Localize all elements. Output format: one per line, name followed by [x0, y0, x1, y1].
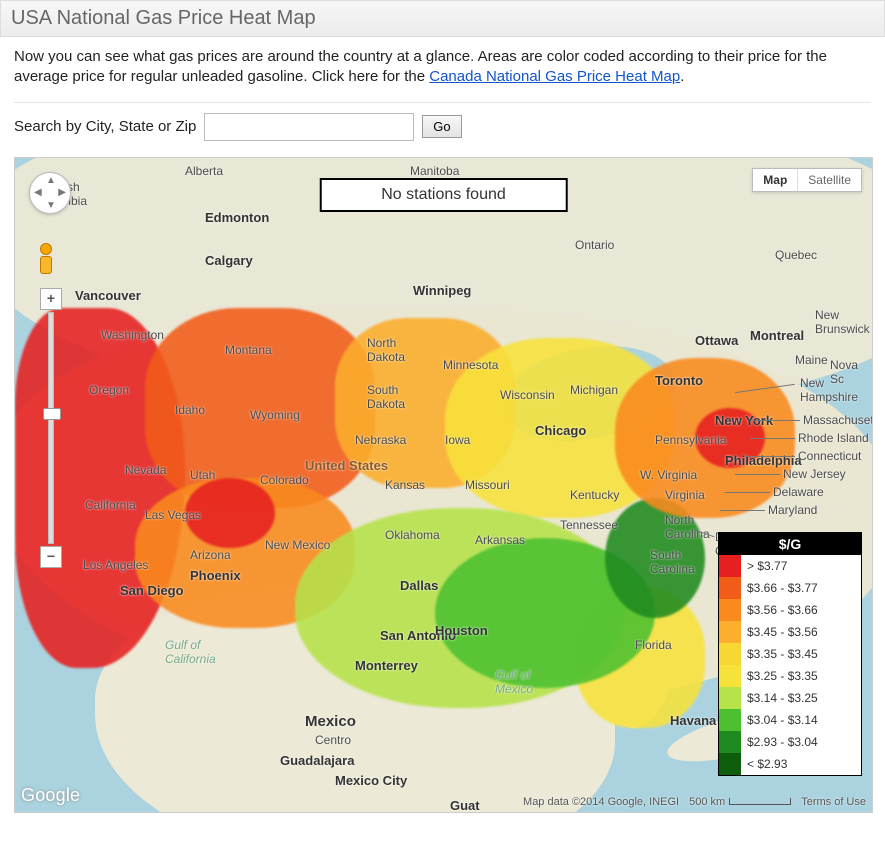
- map-scale: 500 km: [689, 796, 791, 808]
- leader-line: [745, 456, 795, 457]
- pan-left-icon[interactable]: ◀: [34, 187, 42, 198]
- map-type-satellite[interactable]: Satellite: [797, 169, 861, 191]
- leader-line: [750, 438, 795, 439]
- dollar-icon: $/G: [779, 536, 802, 552]
- terms-link[interactable]: Terms of Use: [801, 796, 866, 808]
- page-title: USA National Gas Price Heat Map: [0, 0, 885, 37]
- legend-row: $3.14 - $3.25: [719, 687, 861, 709]
- go-button[interactable]: Go: [422, 115, 461, 138]
- search-row: Search by City, State or Zip Go: [14, 113, 871, 149]
- zoom-slider-rail[interactable]: [48, 312, 54, 544]
- legend-row: $3.25 - $3.35: [719, 665, 861, 687]
- pan-down-icon[interactable]: ▼: [46, 200, 56, 211]
- leader-line: [725, 492, 770, 493]
- legend-row: $3.35 - $3.45: [719, 643, 861, 665]
- heat-region: [185, 478, 275, 548]
- map-type-switch: Map Satellite: [752, 168, 862, 192]
- legend-row: $3.66 - $3.77: [719, 577, 861, 599]
- legend-header: $/G: [719, 533, 861, 555]
- google-logo: Google: [21, 785, 80, 806]
- legend-row: $3.45 - $3.56: [719, 621, 861, 643]
- legend-row: > $3.77: [719, 555, 861, 577]
- streetview-pegman-icon[interactable]: [37, 243, 55, 273]
- map-type-map[interactable]: Map: [753, 169, 797, 191]
- no-stations-notice: No stations found: [319, 178, 568, 212]
- price-legend: $/G > $3.77 $3.66 - $3.77 $3.56 - $3.66 …: [718, 532, 862, 776]
- zoom-slider-handle[interactable]: [43, 408, 61, 420]
- divider: [14, 102, 871, 103]
- legend-row: $2.93 - $3.04: [719, 731, 861, 753]
- map-attribution: Map data ©2014 Google, INEGI 500 km Term…: [523, 796, 866, 808]
- search-label: Search by City, State or Zip: [14, 118, 196, 135]
- intro-text-pre: Now you can see what gas prices are arou…: [14, 48, 827, 85]
- search-input[interactable]: [204, 113, 414, 141]
- intro-paragraph: Now you can see what gas prices are arou…: [14, 47, 871, 88]
- map-copyright: Map data ©2014 Google, INEGI: [523, 796, 679, 808]
- leader-line: [735, 474, 780, 475]
- pan-control[interactable]: ▲ ▼ ◀ ▶: [29, 172, 71, 214]
- pan-right-icon[interactable]: ▶: [58, 187, 66, 198]
- legend-row: $3.56 - $3.66: [719, 599, 861, 621]
- scalebar-icon: [729, 798, 791, 805]
- zoom-out-button[interactable]: −: [40, 546, 62, 568]
- legend-row: < $2.93: [719, 753, 861, 775]
- leader-line: [720, 510, 765, 511]
- canada-heatmap-link[interactable]: Canada National Gas Price Heat Map: [429, 68, 680, 85]
- zoom-control: + −: [41, 288, 61, 568]
- pan-up-icon[interactable]: ▲: [46, 175, 56, 186]
- intro-text-post: .: [680, 68, 684, 85]
- map-canvas[interactable]: Alberta Manitoba Ontario Quebec New Brun…: [14, 157, 873, 813]
- legend-row: $3.04 - $3.14: [719, 709, 861, 731]
- leader-line: [750, 420, 800, 421]
- zoom-in-button[interactable]: +: [40, 288, 62, 310]
